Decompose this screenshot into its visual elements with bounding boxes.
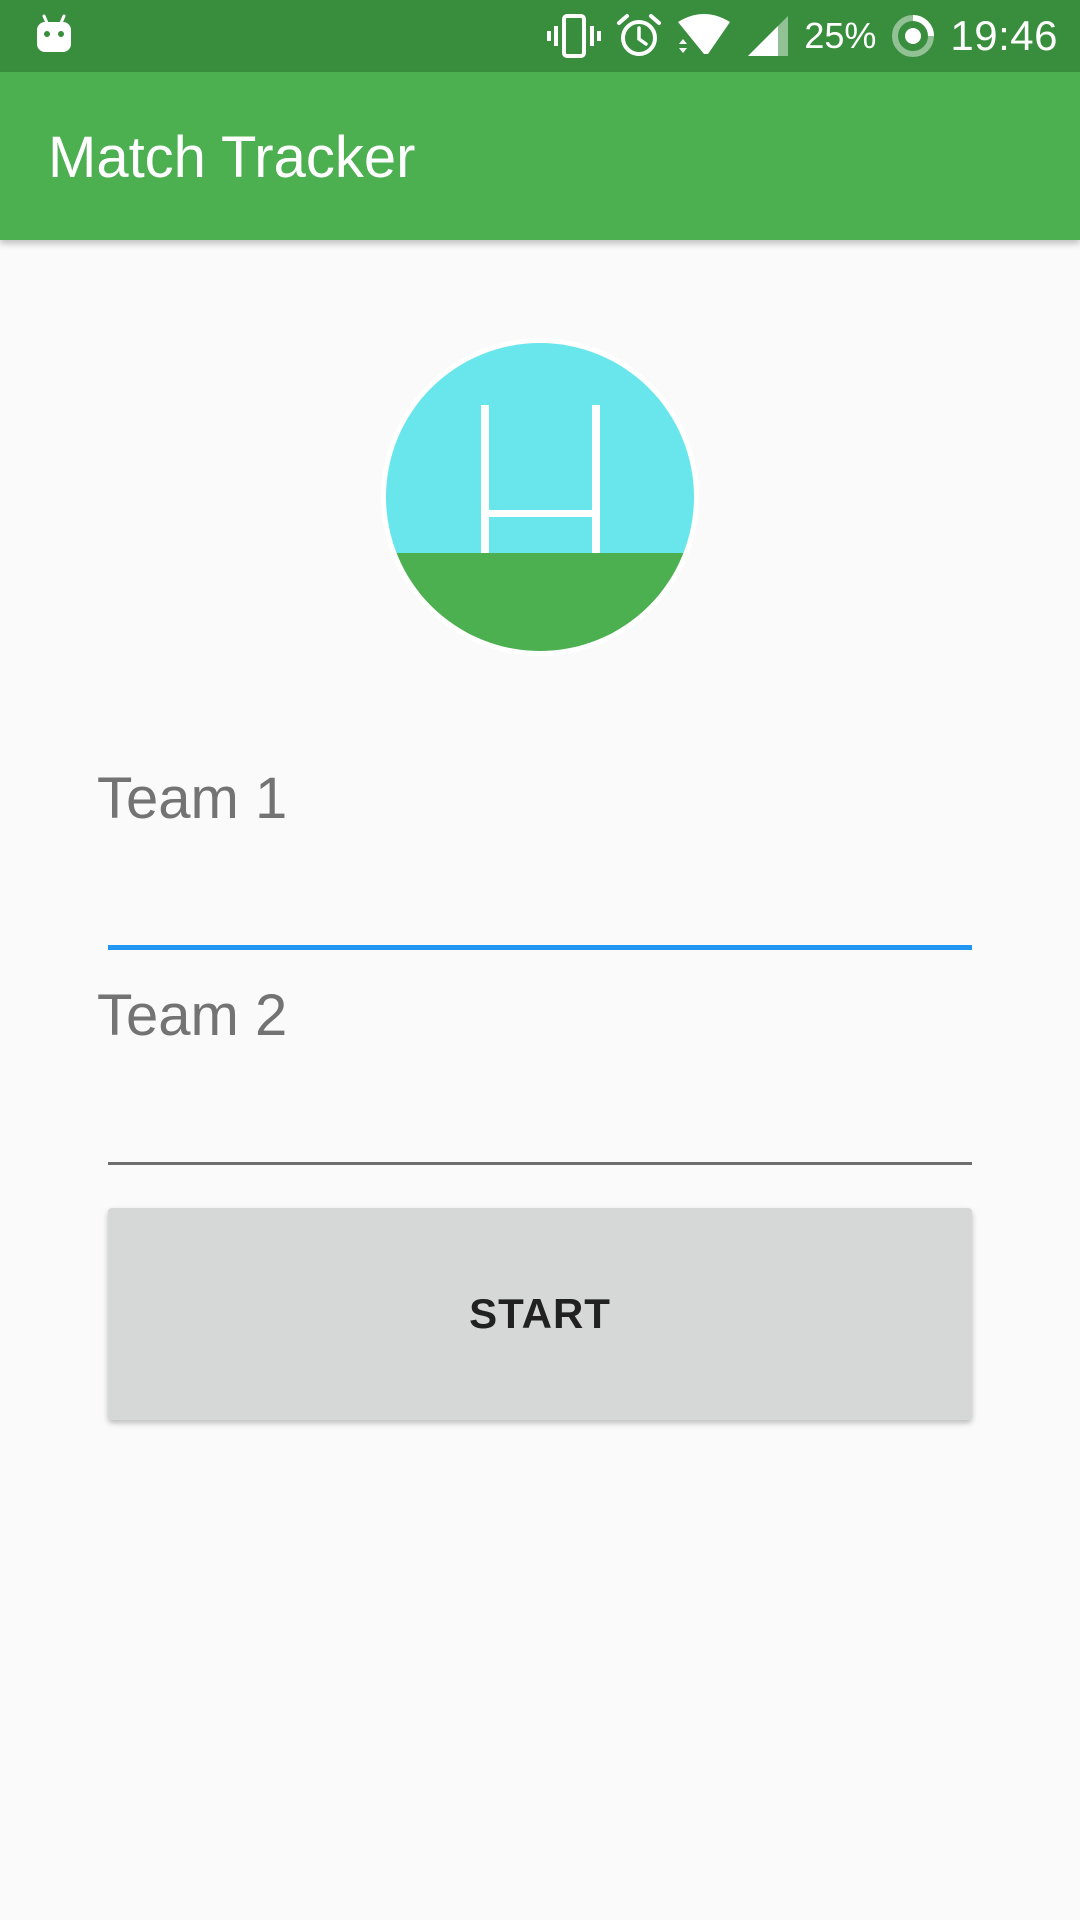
battery-percent: 25% <box>804 15 877 56</box>
alarm-icon <box>616 13 662 59</box>
vibrate-icon <box>546 14 602 58</box>
team1-label: Team 1 <box>97 766 288 831</box>
team1-input[interactable] <box>108 860 972 940</box>
rugby-goalpost-logo <box>381 338 699 656</box>
start-button[interactable]: START <box>108 1208 972 1420</box>
wifi-icon <box>676 14 732 58</box>
app-bar: Match Tracker <box>0 72 1080 240</box>
team2-underline <box>108 1162 972 1165</box>
clock: 19:46 <box>950 12 1058 59</box>
status-icons: 25% 19:46 <box>546 0 1058 72</box>
android-debug-icon <box>37 14 71 52</box>
team1-underline <box>108 945 972 950</box>
app-title: Match Tracker <box>48 125 416 190</box>
team2-label: Team 2 <box>97 983 288 1048</box>
battery-saver-icon <box>890 13 936 59</box>
status-bar: 25% 19:46 <box>0 0 1080 72</box>
cell-signal-icon <box>746 14 790 58</box>
team2-input[interactable] <box>108 1078 972 1158</box>
start-button-label: START <box>469 1290 611 1337</box>
